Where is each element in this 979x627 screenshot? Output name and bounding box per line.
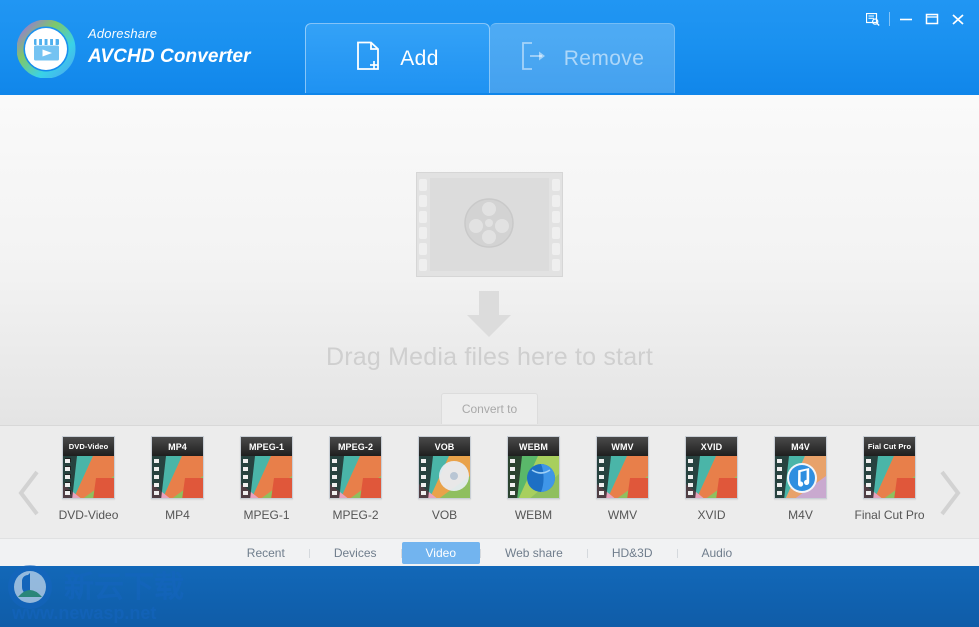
format-strip: DVD-Video DVD-Video MP4 MP4 MPEG-1 MPEG-… (0, 425, 979, 539)
brand-product: AVCHD Converter (88, 46, 251, 67)
main-action-tabs: Add Remove (305, 23, 675, 93)
file-add-icon (356, 41, 382, 76)
app-logo (16, 19, 77, 79)
format-item[interactable]: XVID XVID (667, 436, 756, 536)
tab-add[interactable]: Add (305, 23, 490, 93)
category-tab-web-share[interactable]: Web share (481, 542, 587, 564)
format-item[interactable]: MP4 MP4 (133, 436, 222, 536)
category-tabs: Recent Devices Video Web share HD&3D Aud… (0, 538, 979, 567)
chevron-right-icon[interactable] (933, 468, 965, 518)
bottom-bar: Open Folder C:/Users/Administrator/Deskt… (0, 566, 979, 627)
format-icon: WMV (596, 436, 649, 499)
format-badge: WMV (597, 437, 648, 456)
format-art-filmstrip (152, 456, 203, 498)
format-art-filmstrip (330, 456, 381, 498)
maximize-icon[interactable] (919, 9, 945, 29)
format-icon: MPEG-2 (329, 436, 382, 499)
drop-area[interactable]: Drag Media files here to start (0, 95, 979, 425)
close-icon[interactable] (945, 9, 971, 29)
category-tab-video[interactable]: Video (401, 542, 480, 564)
format-label: MP4 (165, 508, 190, 522)
format-badge: WEBM (508, 437, 559, 456)
format-label: XVID (697, 508, 726, 522)
tab-add-label: Add (400, 46, 439, 70)
format-art-filmstrip (241, 456, 292, 498)
convert-to-tab[interactable]: Convert to (441, 393, 538, 424)
format-icon: Fial Cut Pro (863, 436, 916, 499)
file-remove-icon (520, 41, 546, 76)
format-badge: MPEG-1 (241, 437, 292, 456)
format-list: DVD-Video DVD-Video MP4 MP4 MPEG-1 MPEG-… (44, 436, 934, 536)
format-icon: M4V (774, 436, 827, 499)
format-label: Final Cut Pro (854, 508, 925, 522)
format-badge: Fial Cut Pro (864, 437, 915, 456)
category-tab-audio[interactable]: Audio (678, 542, 757, 564)
app-window: Adoreshare AVCHD Converter Add Remove Dr… (0, 0, 979, 627)
format-label: MPEG-1 (243, 508, 290, 522)
format-art-disc (419, 456, 470, 498)
format-item[interactable]: MPEG-2 MPEG-2 (311, 436, 400, 536)
format-label: MPEG-2 (332, 508, 379, 522)
format-icon: MP4 (151, 436, 204, 499)
format-art-filmstrip (597, 456, 648, 498)
chevron-left-icon[interactable] (14, 468, 46, 518)
tab-remove[interactable]: Remove (490, 23, 675, 93)
format-item[interactable]: Fial Cut Pro Final Cut Pro (845, 436, 934, 536)
format-item[interactable]: VOB VOB (400, 436, 489, 536)
format-badge: VOB (419, 437, 470, 456)
format-icon: XVID (685, 436, 738, 499)
format-art-music (775, 456, 826, 498)
format-label: DVD-Video (58, 508, 119, 522)
film-strip-reel-icon (416, 172, 563, 277)
window-controls-divider (889, 12, 890, 26)
format-icon: MPEG-1 (240, 436, 293, 499)
window-controls (860, 9, 971, 29)
format-label: WEBM (514, 508, 553, 522)
format-art-globe (508, 456, 559, 498)
arrow-down-icon (465, 291, 513, 338)
drag-hint-text: Drag Media files here to start (326, 343, 653, 371)
brand-company: Adoreshare (88, 26, 158, 41)
format-item[interactable]: WMV WMV (578, 436, 667, 536)
category-tab-devices[interactable]: Devices (310, 542, 401, 564)
format-badge: MP4 (152, 437, 203, 456)
brand-block: Adoreshare AVCHD Converter (88, 26, 251, 68)
minimize-icon[interactable] (893, 9, 919, 29)
format-item[interactable]: MPEG-1 MPEG-1 (222, 436, 311, 536)
format-badge: M4V (775, 437, 826, 456)
format-badge: MPEG-2 (330, 437, 381, 456)
format-label: M4V (788, 508, 813, 522)
format-icon: DVD-Video (62, 436, 115, 499)
format-art-filmstrip (686, 456, 737, 498)
format-item[interactable]: M4V M4V (756, 436, 845, 536)
category-tab-hd3d[interactable]: HD&3D (588, 542, 677, 564)
format-item[interactable]: WEBM WEBM (489, 436, 578, 536)
format-badge: DVD-Video (63, 437, 114, 456)
format-art-filmstrip (864, 456, 915, 498)
format-art-filmstrip (63, 456, 114, 498)
title-bar: Adoreshare AVCHD Converter Add Remove (0, 0, 979, 95)
format-icon: VOB (418, 436, 471, 499)
format-label: VOB (431, 508, 458, 522)
register-icon[interactable] (860, 9, 886, 29)
format-item[interactable]: DVD-Video DVD-Video (44, 436, 133, 536)
format-icon: WEBM (507, 436, 560, 499)
format-label: WMV (607, 508, 638, 522)
category-tab-recent[interactable]: Recent (223, 542, 309, 564)
tab-remove-label: Remove (563, 46, 645, 70)
format-badge: XVID (686, 437, 737, 456)
convert-to-row: Convert to (0, 393, 979, 425)
